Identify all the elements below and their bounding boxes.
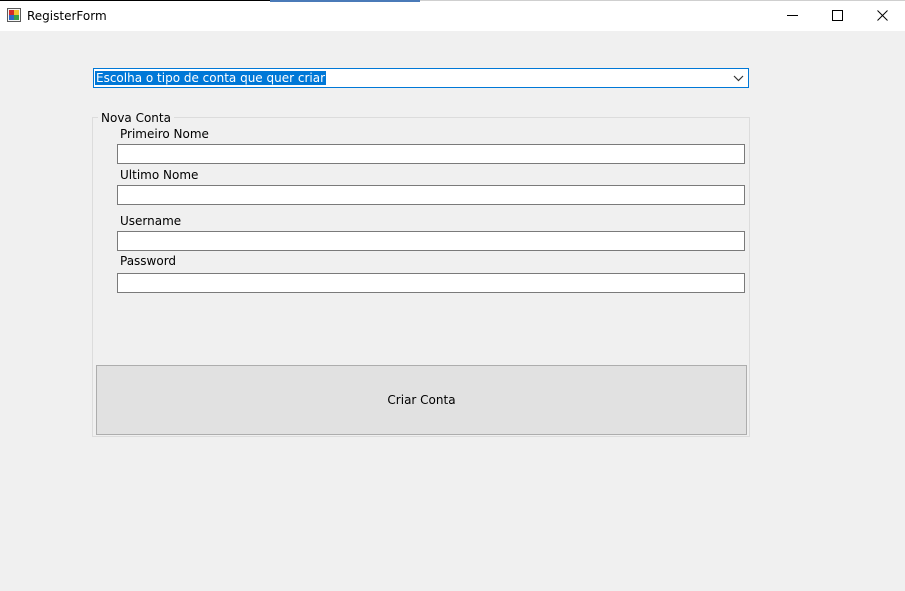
title-bar-top-border-accent (270, 0, 420, 2)
password-input[interactable] (117, 273, 745, 293)
first-name-label: Primeiro Nome (120, 127, 209, 141)
register-form-window: RegisterForm Escolha o tipo de conta que… (0, 0, 905, 591)
last-name-input[interactable] (117, 185, 745, 205)
close-button[interactable] (859, 0, 905, 31)
maximize-button[interactable] (814, 0, 860, 31)
title-bar[interactable]: RegisterForm (0, 0, 905, 31)
username-input[interactable] (117, 231, 745, 251)
title-bar-top-border-dark (0, 0, 270, 1)
minimize-icon (786, 15, 798, 16)
first-name-input[interactable] (117, 144, 745, 164)
create-account-button[interactable]: Criar Conta (96, 365, 747, 435)
account-type-selected: Escolha o tipo de conta que quer criar (95, 71, 327, 85)
username-label: Username (120, 214, 182, 228)
app-form-icon (7, 8, 21, 22)
password-label: Password (120, 254, 177, 268)
groupbox-title: Nova Conta (98, 111, 174, 125)
chevron-down-icon[interactable] (733, 73, 744, 84)
window-title: RegisterForm (27, 9, 107, 23)
last-name-label: Ultimo Nome (120, 168, 199, 182)
close-icon (876, 10, 888, 21)
maximize-icon (831, 10, 843, 21)
account-type-dropdown[interactable]: Escolha o tipo de conta que quer criar (93, 68, 749, 88)
minimize-button[interactable] (769, 0, 815, 31)
